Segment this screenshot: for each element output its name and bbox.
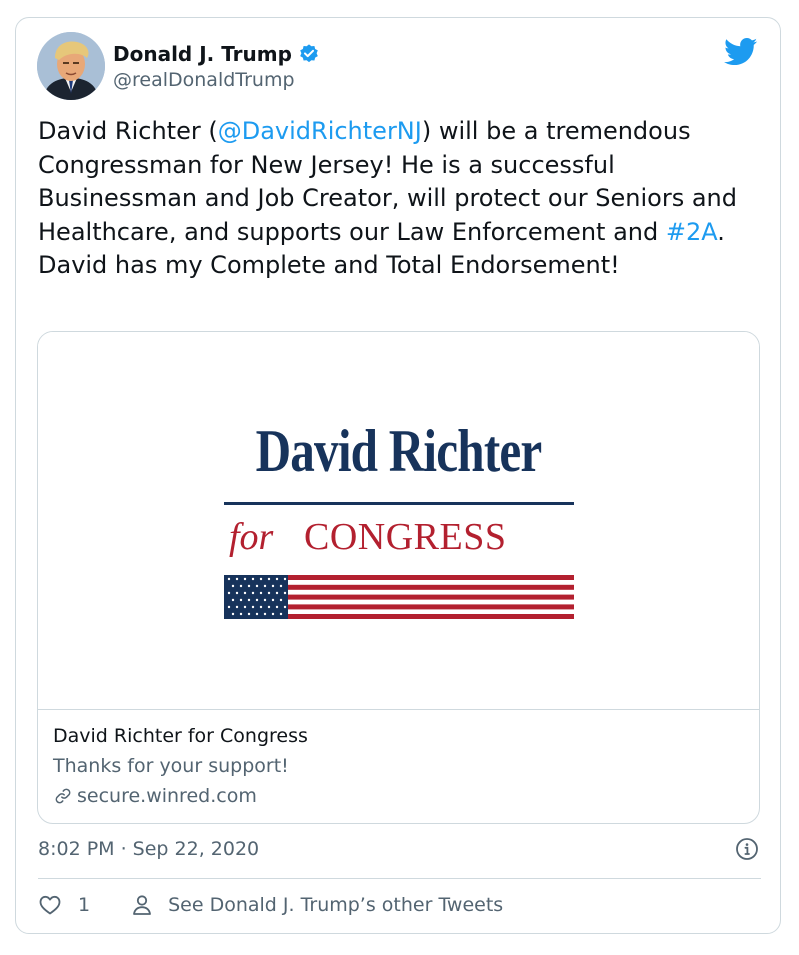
link-preview-domain[interactable]: secure.winred.com xyxy=(77,781,257,811)
heart-icon[interactable] xyxy=(38,893,62,917)
tweet-actions: 1 See Donald J. Trump’s other Tweets xyxy=(38,893,503,917)
like-count[interactable]: 1 xyxy=(78,894,90,916)
author-handle[interactable]: @realDonaldTrump xyxy=(113,68,295,92)
logo-name-text: David Richter xyxy=(255,418,543,484)
link-preview-image[interactable]: David Richter for CONGRESS xyxy=(38,332,759,710)
divider xyxy=(38,878,761,879)
link-icon xyxy=(55,788,71,804)
verified-badge-icon xyxy=(300,44,318,63)
hashtag-link[interactable]: #2A xyxy=(666,218,717,246)
link-preview-title[interactable]: David Richter for Congress xyxy=(53,721,743,751)
link-preview-card[interactable]: David Richter for CONGRESS David Richter… xyxy=(37,331,760,824)
american-flag-icon xyxy=(224,575,574,619)
logo-for-text: for xyxy=(229,516,274,558)
logo-congress-text: CONGRESS xyxy=(304,516,507,558)
mention-link[interactable]: @DavidRichterNJ xyxy=(218,117,422,145)
tweet-card: Donald J. Trump @realDonaldTrump David R… xyxy=(15,17,781,934)
link-preview-domain-row[interactable]: secure.winred.com xyxy=(53,781,743,811)
tweet-text-part: David Richter ( xyxy=(38,117,218,145)
info-icon[interactable] xyxy=(735,837,759,861)
avatar[interactable] xyxy=(37,32,105,100)
link-preview-description: Thanks for your support! xyxy=(53,755,289,777)
link-preview-meta[interactable]: David Richter for Congress Thanks for yo… xyxy=(53,721,743,811)
twitter-bird-icon[interactable] xyxy=(724,38,758,66)
other-tweets-link[interactable]: See Donald J. Trump’s other Tweets xyxy=(168,894,503,916)
logo-divider xyxy=(224,502,574,505)
author-name[interactable]: Donald J. Trump xyxy=(113,42,292,66)
tweet-timestamp[interactable]: 8:02 PM · Sep 22, 2020 xyxy=(38,836,259,862)
person-icon xyxy=(133,895,151,915)
tweet-text: David Richter (@DavidRichterNJ) will be … xyxy=(38,115,768,283)
author-name-row[interactable]: Donald J. Trump xyxy=(113,42,320,66)
